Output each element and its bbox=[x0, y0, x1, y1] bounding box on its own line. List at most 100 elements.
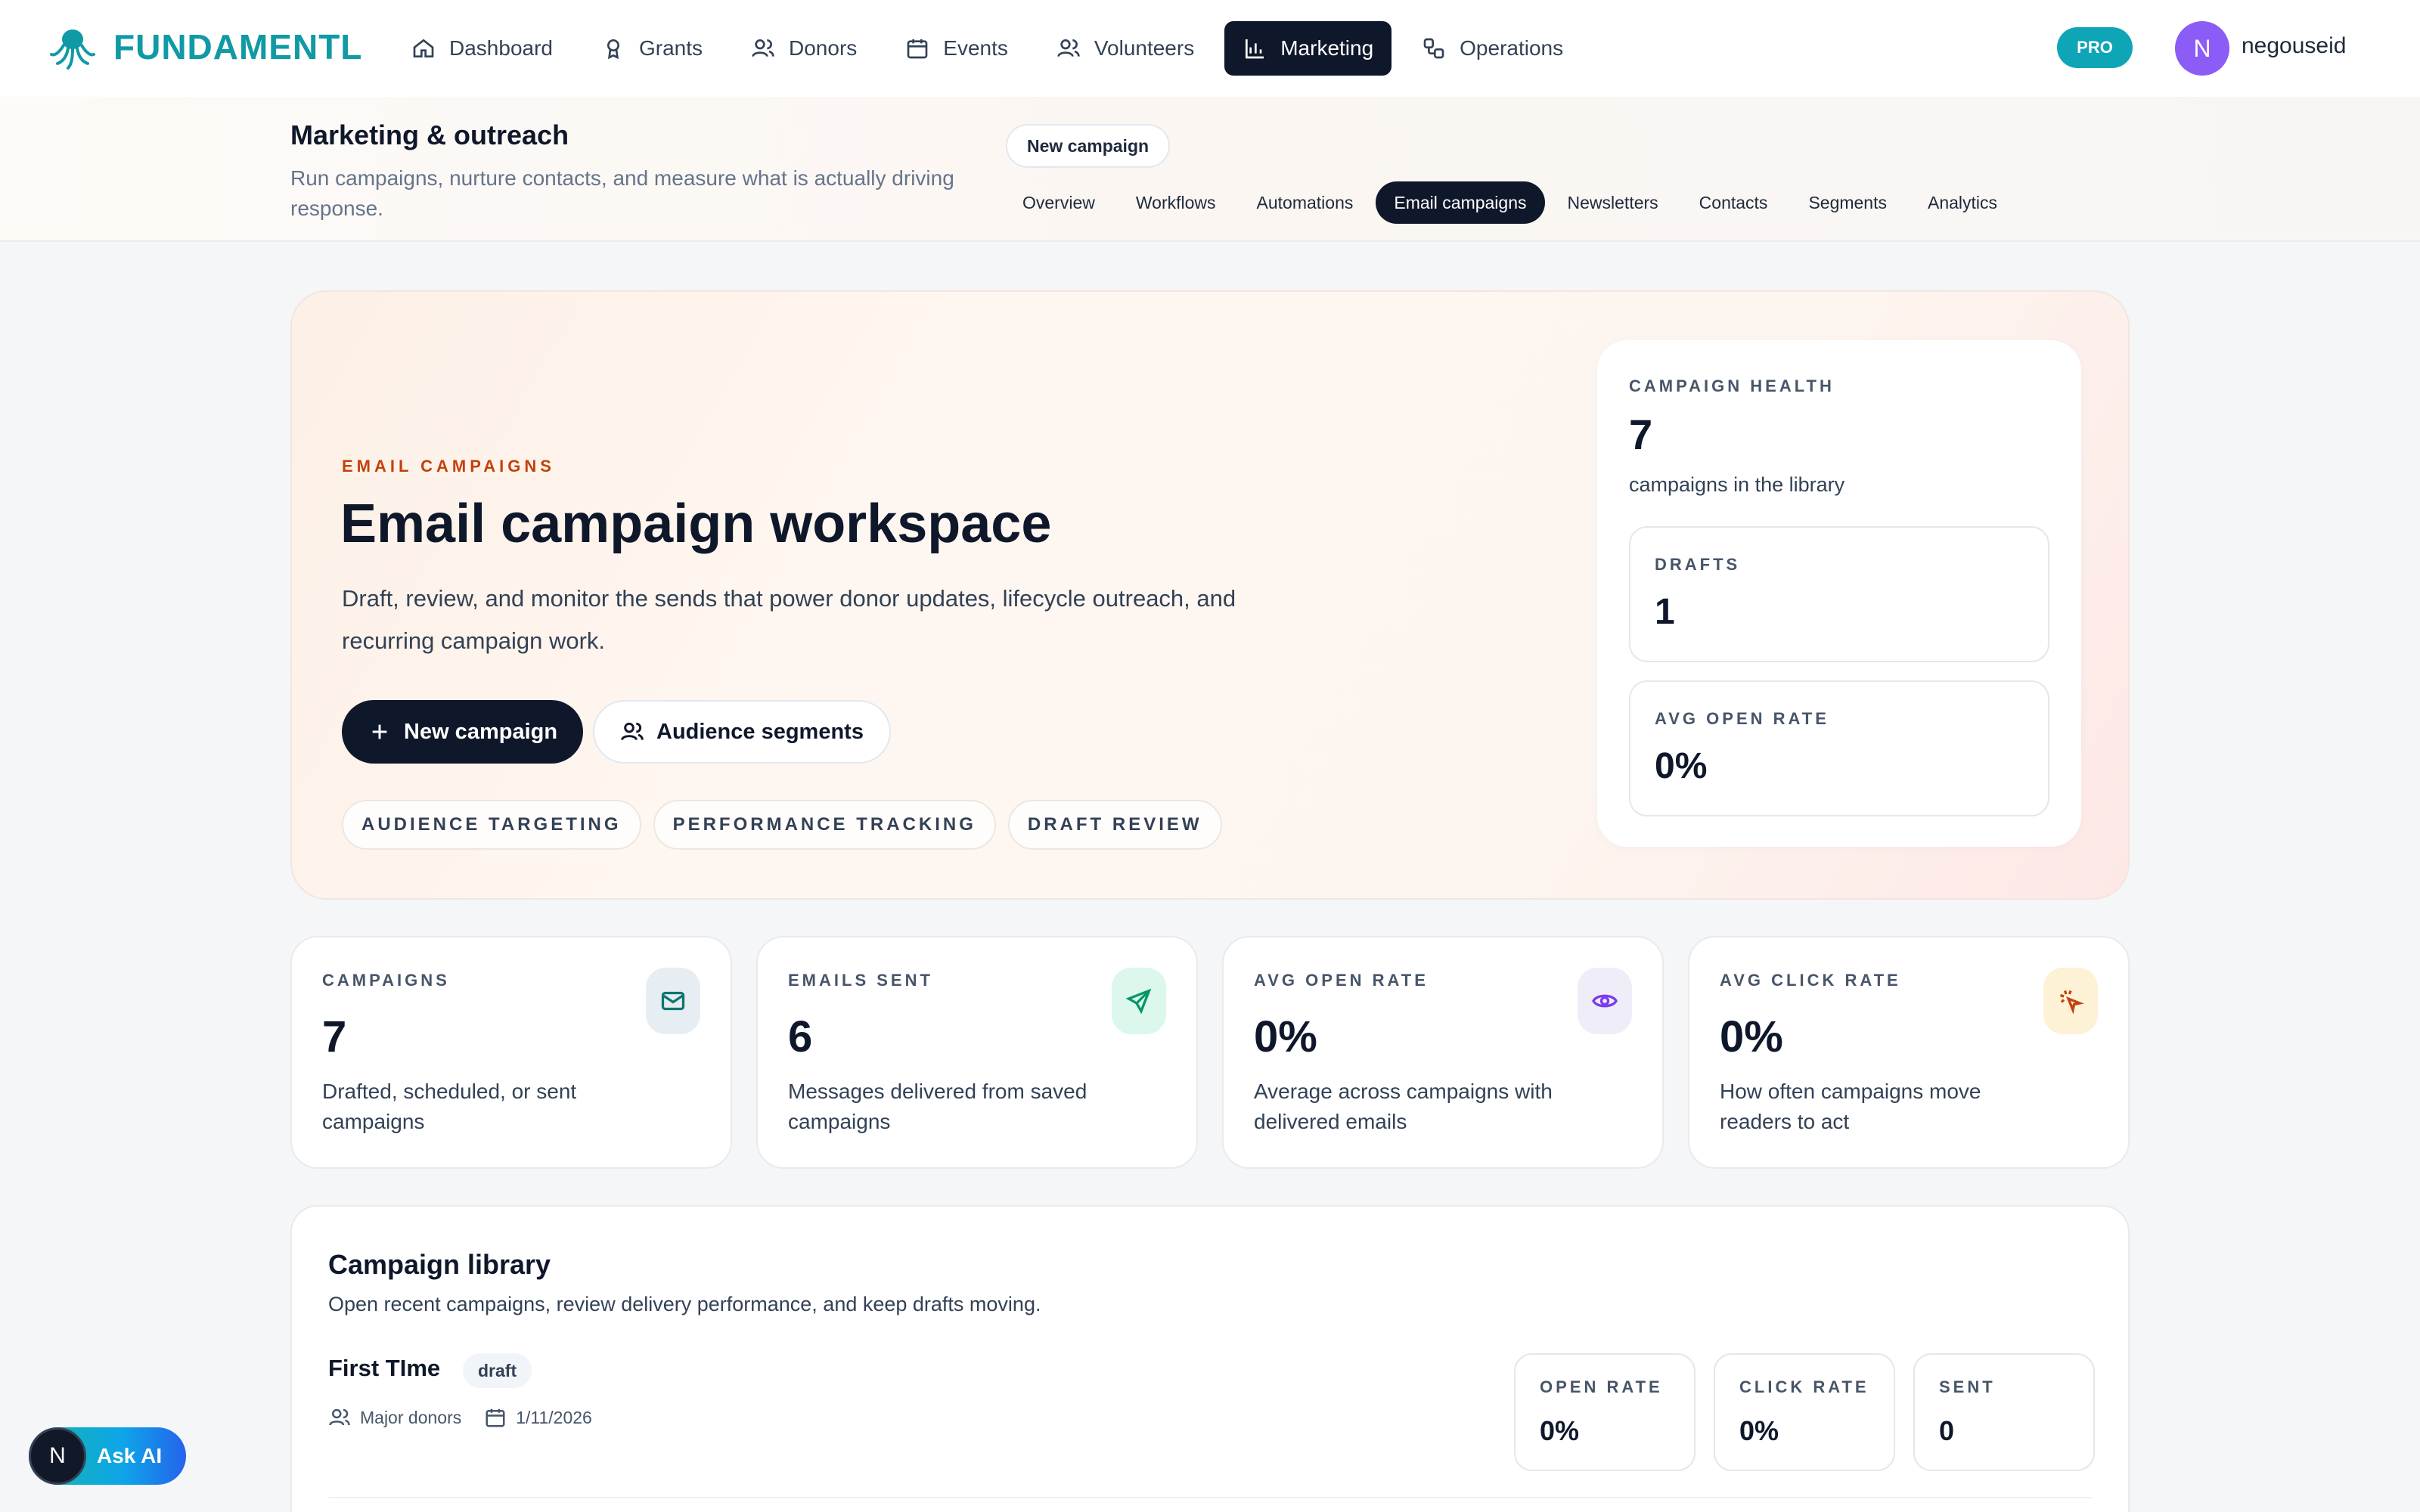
campaign-date: 1/11/2026 bbox=[484, 1406, 592, 1429]
nav-item-marketing[interactable]: Marketing bbox=[1224, 21, 1392, 76]
stat-value: 6 bbox=[788, 1012, 813, 1061]
nav-item-label: Events bbox=[943, 36, 1008, 60]
row-sent: SENT 0 bbox=[1913, 1353, 2095, 1471]
status-badge: draft bbox=[463, 1353, 532, 1388]
campaign-name-link[interactable]: First TIme bbox=[328, 1355, 440, 1382]
avg-open-rate-value: 0% bbox=[1655, 746, 1708, 786]
tab-analytics[interactable]: Analytics bbox=[1910, 181, 2015, 224]
plus-icon bbox=[372, 724, 387, 739]
audience-segments-button[interactable]: Audience segments bbox=[593, 700, 891, 764]
nav-item-label: Volunteers bbox=[1094, 36, 1195, 60]
hero-description: Draft, review, and monitor the sends tha… bbox=[342, 585, 1236, 654]
chip-audience-targeting: AUDIENCE TARGETING bbox=[342, 800, 641, 850]
campaign-audience: Major donors bbox=[328, 1406, 461, 1429]
marketing-tabs: Overview Workflows Automations Email cam… bbox=[1004, 181, 2015, 224]
ask-ai-button[interactable]: N Ask AI bbox=[29, 1427, 186, 1485]
stats-row: CAMPAIGNS 7 Drafted, scheduled, or sent … bbox=[290, 936, 2130, 1169]
new-campaign-button[interactable]: New campaign bbox=[342, 700, 584, 764]
stat-card-campaigns: CAMPAIGNS 7 Drafted, scheduled, or sent … bbox=[290, 936, 732, 1169]
health-value: 7 bbox=[1629, 411, 1653, 458]
users-icon bbox=[329, 1408, 350, 1426]
bar-chart-icon bbox=[1246, 39, 1264, 59]
stat-value: 0% bbox=[1254, 1012, 1317, 1061]
nav-item-label: Operations bbox=[1460, 36, 1564, 60]
row-sent-label: SENT bbox=[1939, 1377, 1996, 1396]
users-icon bbox=[1057, 39, 1080, 57]
hero-panel: EMAIL CAMPAIGNS Email campaign workspace… bbox=[290, 290, 2130, 900]
row-open-rate-value: 0% bbox=[1540, 1415, 1580, 1446]
stat-label: AVG CLICK RATE bbox=[1720, 971, 1901, 990]
nav-item-operations[interactable]: Operations bbox=[1404, 21, 1581, 76]
new-campaign-pill-button[interactable]: New campaign bbox=[1006, 124, 1171, 168]
tab-email-campaigns[interactable]: Email campaigns bbox=[1376, 181, 1545, 224]
ask-ai-avatar: N bbox=[29, 1427, 86, 1485]
home-icon bbox=[413, 39, 434, 57]
nav-item-label: Donors bbox=[789, 36, 858, 60]
stat-value: 0% bbox=[1720, 1012, 1783, 1061]
campaign-date-text: 1/11/2026 bbox=[516, 1407, 592, 1427]
workflow-icon bbox=[1423, 38, 1444, 59]
users-icon bbox=[621, 722, 644, 741]
row-open-rate-label: OPEN RATE bbox=[1540, 1377, 1663, 1396]
nav-item-volunteers[interactable]: Volunteers bbox=[1038, 21, 1212, 76]
nav-item-dashboard[interactable]: Dashboard bbox=[393, 21, 571, 76]
row-click-rate-label: CLICK RATE bbox=[1739, 1377, 1869, 1396]
stat-description: How often campaigns move readers to act bbox=[1720, 1080, 1981, 1133]
users-icon bbox=[752, 39, 774, 57]
tab-segments[interactable]: Segments bbox=[1790, 181, 1905, 224]
row-click-rate: CLICK RATE 0% bbox=[1714, 1353, 1895, 1471]
award-icon bbox=[607, 39, 619, 60]
stat-label: AVG OPEN RATE bbox=[1254, 971, 1429, 990]
main-nav: Dashboard Grants Donors Events Volunteer… bbox=[393, 21, 1581, 76]
stat-label: CAMPAIGNS bbox=[322, 971, 450, 990]
campaign-meta: Major donors 1/11/2026 bbox=[328, 1406, 592, 1429]
health-eyebrow: CAMPAIGN HEALTH bbox=[1629, 376, 1835, 395]
page-description: Run campaigns, nurture contacts, and mea… bbox=[290, 166, 954, 220]
avg-open-rate-card: AVG OPEN RATE 0% bbox=[1629, 680, 2049, 816]
drafts-card: DRAFTS 1 bbox=[1629, 526, 2049, 662]
calendar-icon bbox=[486, 1408, 505, 1427]
brand-name: FUNDAMENTL bbox=[113, 27, 363, 67]
eye-icon bbox=[1578, 968, 1632, 1034]
avg-open-rate-label: AVG OPEN RATE bbox=[1655, 709, 1829, 728]
feature-chips: AUDIENCE TARGETING PERFORMANCE TRACKING … bbox=[342, 800, 1222, 850]
pro-badge[interactable]: PRO bbox=[2057, 27, 2133, 68]
stat-card-emails-sent: EMAILS SENT 6 Messages delivered from sa… bbox=[756, 936, 1198, 1169]
brand-logo[interactable]: FUNDAMENTL bbox=[48, 23, 362, 71]
tab-overview[interactable]: Overview bbox=[1004, 181, 1113, 224]
nav-item-donors[interactable]: Donors bbox=[733, 21, 875, 76]
octopus-icon bbox=[50, 29, 95, 70]
hero-eyebrow: EMAIL CAMPAIGNS bbox=[342, 457, 555, 476]
nav-item-label: Marketing bbox=[1280, 36, 1374, 60]
drafts-label: DRAFTS bbox=[1655, 555, 1741, 574]
health-caption: campaigns in the library bbox=[1629, 473, 1845, 496]
tab-automations[interactable]: Automations bbox=[1239, 181, 1372, 224]
tab-workflows[interactable]: Workflows bbox=[1118, 181, 1234, 224]
row-open-rate: OPEN RATE 0% bbox=[1514, 1353, 1696, 1471]
stat-label: EMAILS SENT bbox=[788, 971, 933, 990]
ask-ai-label: Ask AI bbox=[97, 1444, 163, 1467]
tab-contacts[interactable]: Contacts bbox=[1681, 181, 1786, 224]
library-description: Open recent campaigns, review delivery p… bbox=[328, 1293, 1041, 1315]
username[interactable]: negouseid bbox=[2242, 33, 2346, 59]
tab-newsletters[interactable]: Newsletters bbox=[1550, 181, 1677, 224]
mail-icon bbox=[646, 968, 700, 1034]
stat-description: Drafted, scheduled, or sent campaigns bbox=[322, 1080, 577, 1133]
nav-item-label: Dashboard bbox=[449, 36, 553, 60]
cursor-click-icon bbox=[2043, 968, 2098, 1034]
calendar-icon bbox=[907, 39, 928, 59]
campaign-health-card: CAMPAIGN HEALTH 7 campaigns in the libra… bbox=[1597, 340, 2081, 847]
nav-item-events[interactable]: Events bbox=[887, 21, 1026, 76]
top-navbar: FUNDAMENTL Dashboard Grants Donors Event… bbox=[0, 0, 2420, 97]
campaign-library: Campaign library Open recent campaigns, … bbox=[290, 1205, 2130, 1512]
campaign-audience-text: Major donors bbox=[360, 1407, 462, 1427]
audience-segments-label: Audience segments bbox=[656, 719, 864, 744]
stat-value: 7 bbox=[322, 1012, 347, 1061]
new-campaign-label: New campaign bbox=[404, 719, 558, 744]
avatar[interactable]: N bbox=[2175, 21, 2229, 76]
stat-description: Average across campaigns with delivered … bbox=[1254, 1080, 1553, 1133]
stat-card-avg-click-rate: AVG CLICK RATE 0% How often campaigns mo… bbox=[1688, 936, 2130, 1169]
row-sent-value: 0 bbox=[1939, 1415, 1955, 1446]
drafts-value: 1 bbox=[1655, 592, 1675, 632]
nav-item-grants[interactable]: Grants bbox=[583, 21, 721, 76]
